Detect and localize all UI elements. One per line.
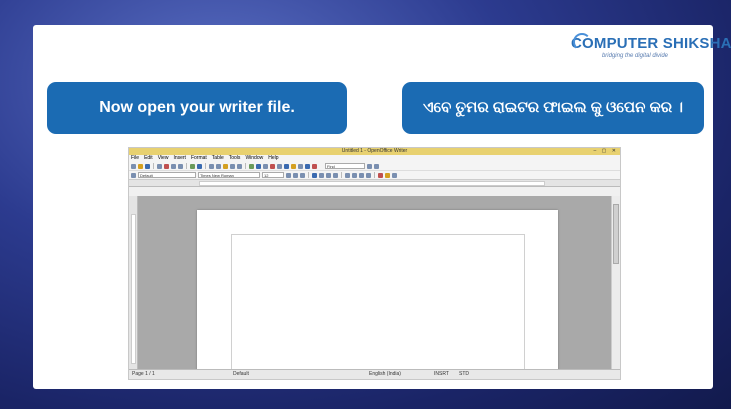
new-icon[interactable] <box>131 163 136 169</box>
bold-icon[interactable] <box>286 172 291 178</box>
toolbar-separator <box>205 163 206 169</box>
increase-indent-icon[interactable] <box>366 172 371 178</box>
menu-view[interactable]: View <box>158 155 169 162</box>
ruler-text-area <box>199 181 545 186</box>
save-icon[interactable] <box>145 163 150 169</box>
logo-tagline: bridging the digital divide <box>601 53 669 59</box>
bullets-icon[interactable] <box>352 172 357 178</box>
document-page[interactable] <box>197 210 558 379</box>
font-color-icon[interactable] <box>378 172 383 178</box>
redo-icon[interactable] <box>237 163 242 169</box>
spellcheck-icon[interactable] <box>190 163 195 169</box>
status-page: Page 1 / 1 <box>132 371 155 377</box>
styles-icon[interactable] <box>131 172 136 178</box>
underline-icon[interactable] <box>300 172 305 178</box>
computer-shiksha-logo: COMPUTER SHIKSHA bridging the digital di… <box>571 33 731 75</box>
navigator-icon[interactable] <box>277 163 282 169</box>
paragraph-style-box[interactable]: Default <box>138 172 196 178</box>
odia-instruction: ଏବେ ତୁମର ରାଇଟର ଫାଇଲ କୁ ଓପେନ କର । <box>402 82 704 134</box>
menu-table[interactable]: Table <box>212 155 224 162</box>
justify-icon[interactable] <box>333 172 338 178</box>
preview-icon[interactable] <box>178 163 183 169</box>
status-selection-mode: STD <box>459 371 469 377</box>
autospell-icon[interactable] <box>197 163 202 169</box>
formatting-toolbar: Default Times New Roman 12 <box>129 171 620 180</box>
background-color-icon[interactable] <box>392 172 397 178</box>
status-language: English (India) <box>369 371 401 377</box>
writer-title: Untitled 1 - OpenOffice Writer <box>341 148 408 154</box>
toolbar-separator <box>341 172 342 178</box>
export-pdf-icon[interactable] <box>164 163 169 169</box>
logo-arc-icon <box>573 33 591 51</box>
menu-help[interactable]: Help <box>268 155 278 162</box>
document-workarea <box>129 196 620 379</box>
status-insert-mode: INSRT <box>434 371 449 377</box>
font-name-box[interactable]: Times New Roman <box>198 172 260 178</box>
find-next-icon[interactable] <box>367 163 372 169</box>
undo-icon[interactable] <box>230 163 235 169</box>
align-left-icon[interactable] <box>312 172 317 178</box>
menu-file[interactable]: File <box>131 155 139 162</box>
menu-format[interactable]: Format <box>191 155 207 162</box>
italic-icon[interactable] <box>293 172 298 178</box>
hyperlink-icon[interactable] <box>249 163 254 169</box>
print-icon[interactable] <box>171 163 176 169</box>
align-right-icon[interactable] <box>326 172 331 178</box>
toolbar-separator <box>374 172 375 178</box>
toolbar-separator <box>245 163 246 169</box>
menu-insert[interactable]: Insert <box>173 155 186 162</box>
align-center-icon[interactable] <box>319 172 324 178</box>
writer-titlebar: Untitled 1 - OpenOffice Writer – ▢ ✕ <box>129 148 620 155</box>
writer-window-screenshot: Untitled 1 - OpenOffice Writer – ▢ ✕ Fil… <box>128 147 621 380</box>
toolbar-separator <box>186 163 187 169</box>
decrease-indent-icon[interactable] <box>359 172 364 178</box>
vertical-ruler[interactable] <box>129 196 138 370</box>
find-prev-icon[interactable] <box>374 163 379 169</box>
find-replace-icon[interactable] <box>270 163 275 169</box>
vruler-text-area <box>131 214 136 364</box>
standard-toolbar: Find <box>129 162 620 171</box>
writer-menubar: File Edit View Insert Format Table Tools… <box>129 155 620 162</box>
open-icon[interactable] <box>138 163 143 169</box>
toolbar-separator <box>308 172 309 178</box>
vertical-scrollbar[interactable] <box>611 196 620 370</box>
english-instruction: Now open your writer file. <box>47 82 347 134</box>
gallery-icon[interactable] <box>284 163 289 169</box>
numbering-icon[interactable] <box>345 172 350 178</box>
datasource-icon[interactable] <box>291 163 296 169</box>
menu-tools[interactable]: Tools <box>229 155 241 162</box>
slide-card: COMPUTER SHIKSHA bridging the digital di… <box>33 25 731 389</box>
zoom-icon[interactable] <box>305 163 310 169</box>
window-controls[interactable]: – ▢ ✕ <box>594 148 618 155</box>
help-icon[interactable] <box>312 163 317 169</box>
copy-icon[interactable] <box>216 163 221 169</box>
menu-edit[interactable]: Edit <box>144 155 153 162</box>
toolbar-separator <box>153 163 154 169</box>
text-boundary <box>231 234 525 379</box>
font-size-box[interactable]: 12 <box>262 172 284 178</box>
status-bar: Page 1 / 1 Default English (India) INSRT… <box>129 369 620 379</box>
horizontal-ruler[interactable] <box>129 180 620 187</box>
show-draw-icon[interactable] <box>263 163 268 169</box>
nonprinting-icon[interactable] <box>298 163 303 169</box>
paste-icon[interactable] <box>223 163 228 169</box>
cut-icon[interactable] <box>209 163 214 169</box>
highlight-icon[interactable] <box>385 172 390 178</box>
edit-file-icon[interactable] <box>157 163 162 169</box>
table-icon[interactable] <box>256 163 261 169</box>
menu-window[interactable]: Window <box>245 155 263 162</box>
find-field[interactable]: Find <box>325 163 365 169</box>
status-style: Default <box>233 371 249 377</box>
scrollbar-thumb[interactable] <box>613 204 619 264</box>
